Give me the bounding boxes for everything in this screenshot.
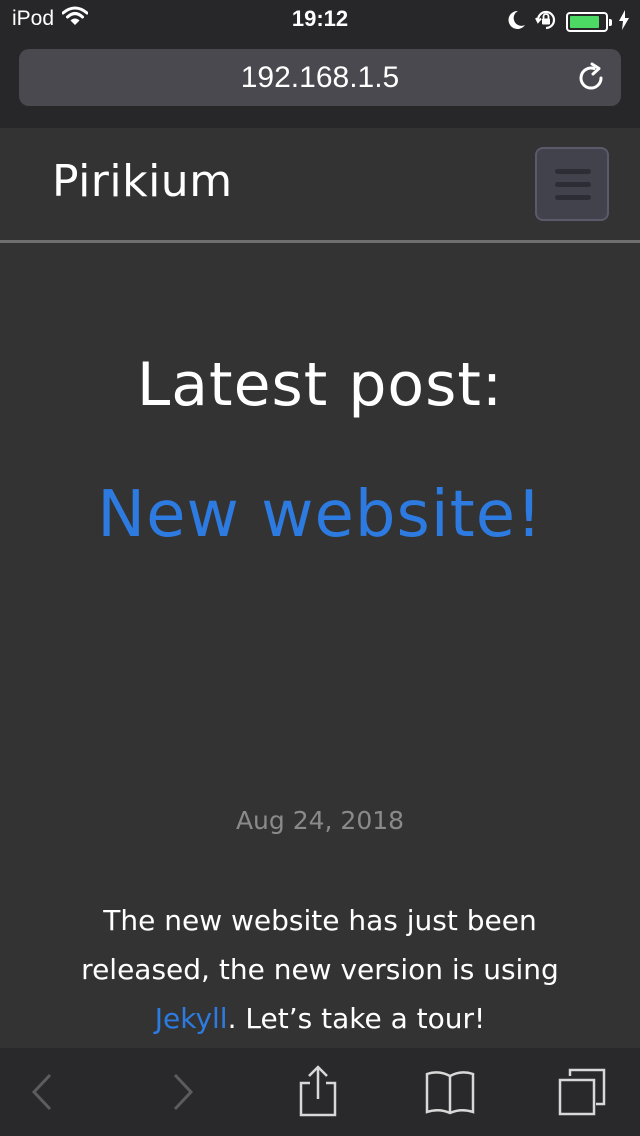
chevron-left-icon bbox=[31, 1073, 52, 1111]
browser-address-area: 192.168.1.5 bbox=[0, 40, 640, 128]
bookmarks-button[interactable] bbox=[422, 1066, 478, 1118]
forward-button[interactable] bbox=[155, 1066, 211, 1118]
status-bar: iPod 19:12 bbox=[0, 0, 640, 40]
excerpt-text: The new website has just been released, … bbox=[81, 904, 559, 986]
share-button[interactable] bbox=[290, 1065, 346, 1118]
address-bar[interactable]: 192.168.1.5 bbox=[19, 49, 621, 106]
rotation-lock-icon bbox=[534, 8, 558, 36]
reload-icon[interactable] bbox=[575, 62, 607, 94]
share-icon bbox=[299, 1065, 337, 1117]
hamburger-icon bbox=[555, 169, 591, 174]
excerpt-text-end: . Let’s take a tour! bbox=[227, 1002, 486, 1035]
back-button[interactable] bbox=[14, 1066, 70, 1118]
site-navbar: Pirikium bbox=[0, 128, 640, 243]
post-date: Aug 24, 2018 bbox=[235, 806, 405, 835]
site-title[interactable]: Pirikium bbox=[52, 156, 233, 207]
menu-toggle-button[interactable] bbox=[535, 147, 609, 221]
hamburger-icon-bar bbox=[555, 182, 591, 187]
address-text[interactable]: 192.168.1.5 bbox=[19, 61, 621, 95]
moon-icon bbox=[506, 9, 526, 35]
book-icon bbox=[425, 1071, 475, 1115]
battery-icon bbox=[566, 12, 612, 32]
tabs-button[interactable] bbox=[554, 1066, 610, 1118]
browser-toolbar bbox=[0, 1048, 640, 1136]
battery-level bbox=[570, 16, 599, 28]
status-right bbox=[506, 8, 630, 36]
post-title-link[interactable]: New website! bbox=[0, 478, 640, 552]
post-excerpt: The new website has just been released, … bbox=[60, 896, 580, 1043]
hamburger-icon-bar bbox=[555, 195, 591, 200]
latest-post-heading: Latest post: bbox=[136, 350, 504, 420]
charging-bolt-icon bbox=[618, 10, 630, 34]
chevron-right-icon bbox=[173, 1073, 194, 1111]
jekyll-link[interactable]: Jekyll bbox=[155, 1002, 228, 1035]
tabs-icon bbox=[558, 1068, 606, 1116]
